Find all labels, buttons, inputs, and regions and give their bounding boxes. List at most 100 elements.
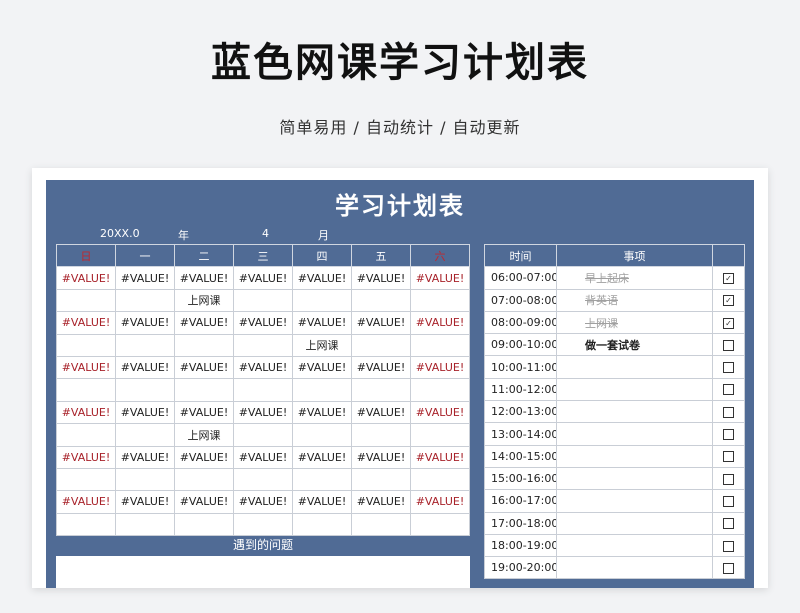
calendar-date-cell[interactable]: #VALUE! <box>233 445 293 469</box>
task-item[interactable] <box>556 422 713 446</box>
calendar-date-cell[interactable]: #VALUE! <box>410 400 470 425</box>
calendar-task-cell[interactable] <box>351 333 411 357</box>
calendar-task-cell[interactable] <box>174 467 234 492</box>
month-value[interactable]: 4 <box>262 227 269 240</box>
task-item[interactable]: 背英语 <box>556 288 713 312</box>
calendar-task-cell[interactable] <box>410 512 470 537</box>
calendar-date-cell[interactable]: #VALUE! <box>115 490 175 514</box>
calendar-task-cell[interactable] <box>115 333 175 357</box>
task-item[interactable] <box>556 533 713 558</box>
calendar-date-cell[interactable]: #VALUE! <box>292 400 352 425</box>
calendar-date-cell[interactable]: #VALUE! <box>56 311 116 335</box>
calendar-date-cell[interactable]: #VALUE! <box>174 490 234 514</box>
calendar-date-cell[interactable]: #VALUE! <box>351 311 411 335</box>
calendar-date-cell[interactable]: #VALUE! <box>174 445 234 469</box>
task-checkbox[interactable] <box>723 518 734 530</box>
calendar-task-cell[interactable] <box>115 378 175 402</box>
calendar-task-cell[interactable] <box>115 423 175 447</box>
calendar-task-cell[interactable] <box>410 333 470 357</box>
calendar-task-cell[interactable] <box>292 512 352 537</box>
task-checkbox[interactable]: ✓ <box>723 317 734 329</box>
calendar-task-cell[interactable] <box>292 423 352 447</box>
calendar-task-cell[interactable] <box>292 288 352 313</box>
calendar-date-cell[interactable]: #VALUE! <box>351 445 411 469</box>
calendar-date-cell[interactable]: #VALUE! <box>115 266 175 290</box>
calendar-task-cell[interactable]: 上网课 <box>174 288 234 313</box>
task-checkbox[interactable] <box>723 362 734 374</box>
calendar-date-cell[interactable]: #VALUE! <box>410 355 470 380</box>
calendar-date-cell[interactable]: #VALUE! <box>56 355 116 380</box>
task-item[interactable] <box>556 444 713 468</box>
calendar-date-cell[interactable]: #VALUE! <box>115 400 175 425</box>
task-item[interactable] <box>556 556 713 580</box>
calendar-date-cell[interactable]: #VALUE! <box>292 266 352 290</box>
task-checkbox[interactable] <box>723 429 734 441</box>
calendar-task-cell[interactable] <box>174 378 234 402</box>
calendar-date-cell[interactable]: #VALUE! <box>233 355 293 380</box>
calendar-date-cell[interactable]: #VALUE! <box>233 490 293 514</box>
calendar-date-cell[interactable]: #VALUE! <box>174 311 234 335</box>
calendar-date-cell[interactable]: #VALUE! <box>351 266 411 290</box>
calendar-task-cell[interactable]: 上网课 <box>174 423 234 447</box>
task-item[interactable]: 上网课 <box>556 310 713 335</box>
calendar-date-cell[interactable]: #VALUE! <box>410 490 470 514</box>
task-item[interactable]: 早上起床 <box>556 266 713 290</box>
calendar-date-cell[interactable]: #VALUE! <box>292 490 352 514</box>
calendar-task-cell[interactable] <box>233 423 293 447</box>
task-item[interactable] <box>556 400 713 424</box>
calendar-task-cell[interactable] <box>233 288 293 313</box>
task-checkbox[interactable] <box>723 473 734 485</box>
calendar-task-cell[interactable] <box>351 288 411 313</box>
calendar-date-cell[interactable]: #VALUE! <box>115 355 175 380</box>
calendar-task-cell[interactable] <box>56 378 116 402</box>
task-item[interactable] <box>556 377 713 402</box>
calendar-task-cell[interactable] <box>115 512 175 537</box>
calendar-task-cell[interactable] <box>233 333 293 357</box>
task-checkbox[interactable] <box>723 562 734 574</box>
calendar-task-cell[interactable] <box>56 288 116 313</box>
task-item[interactable] <box>556 511 713 535</box>
year-value[interactable]: 20XX.0 <box>100 227 140 240</box>
task-checkbox[interactable]: ✓ <box>723 295 734 307</box>
calendar-task-cell[interactable] <box>115 467 175 492</box>
calendar-task-cell[interactable] <box>174 333 234 357</box>
calendar-date-cell[interactable]: #VALUE! <box>410 266 470 290</box>
calendar-date-cell[interactable]: #VALUE! <box>292 355 352 380</box>
calendar-task-cell[interactable]: 上网课 <box>292 333 352 357</box>
task-item[interactable]: 做一套试卷 <box>556 333 713 357</box>
calendar-date-cell[interactable]: #VALUE! <box>410 445 470 469</box>
calendar-task-cell[interactable] <box>351 423 411 447</box>
calendar-task-cell[interactable] <box>410 378 470 402</box>
calendar-task-cell[interactable] <box>410 423 470 447</box>
task-item[interactable] <box>556 355 713 379</box>
task-item[interactable] <box>556 489 713 513</box>
calendar-task-cell[interactable] <box>233 512 293 537</box>
calendar-task-cell[interactable] <box>233 378 293 402</box>
calendar-date-cell[interactable]: #VALUE! <box>174 266 234 290</box>
calendar-date-cell[interactable]: #VALUE! <box>351 490 411 514</box>
task-checkbox[interactable] <box>723 540 734 552</box>
calendar-date-cell[interactable]: #VALUE! <box>56 266 116 290</box>
calendar-date-cell[interactable]: #VALUE! <box>174 400 234 425</box>
calendar-task-cell[interactable] <box>410 467 470 492</box>
calendar-date-cell[interactable]: #VALUE! <box>292 311 352 335</box>
calendar-date-cell[interactable]: #VALUE! <box>292 445 352 469</box>
calendar-task-cell[interactable] <box>410 288 470 313</box>
task-checkbox[interactable] <box>723 384 734 396</box>
issues-input[interactable] <box>56 556 470 588</box>
calendar-task-cell[interactable] <box>233 467 293 492</box>
calendar-task-cell[interactable] <box>56 333 116 357</box>
calendar-task-cell[interactable] <box>351 467 411 492</box>
calendar-task-cell[interactable] <box>174 512 234 537</box>
calendar-date-cell[interactable]: #VALUE! <box>351 355 411 380</box>
calendar-date-cell[interactable]: #VALUE! <box>115 445 175 469</box>
calendar-task-cell[interactable] <box>115 288 175 313</box>
calendar-task-cell[interactable] <box>56 467 116 492</box>
calendar-task-cell[interactable] <box>56 423 116 447</box>
calendar-date-cell[interactable]: #VALUE! <box>351 400 411 425</box>
calendar-date-cell[interactable]: #VALUE! <box>56 400 116 425</box>
calendar-task-cell[interactable] <box>56 512 116 537</box>
task-item[interactable] <box>556 466 713 491</box>
calendar-task-cell[interactable] <box>292 378 352 402</box>
calendar-date-cell[interactable]: #VALUE! <box>56 490 116 514</box>
